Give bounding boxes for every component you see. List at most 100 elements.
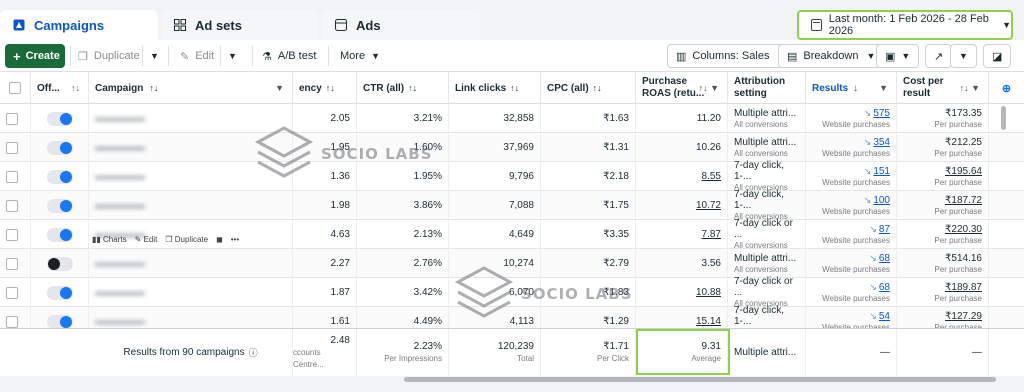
row-checkbox[interactable]: [6, 228, 18, 241]
campaign-name-redacted[interactable]: ▬▬▬▬▬: [95, 258, 145, 269]
results-link[interactable]: 54: [879, 311, 890, 322]
campaign-toggle[interactable]: [46, 111, 73, 126]
campaign-toggle[interactable]: [46, 285, 73, 300]
cell-select[interactable]: [0, 249, 31, 278]
duplicate-button[interactable]: ❐ Duplicate: [78, 44, 140, 68]
header-attribution[interactable]: Attribution setting: [728, 72, 806, 104]
cell-status[interactable]: [31, 278, 89, 307]
edit-dropdown[interactable]: ▼: [228, 44, 237, 68]
campaign-name-redacted[interactable]: ▬▬▬▬▬: [95, 142, 145, 153]
campaign-name-redacted[interactable]: ▬▬▬▬▬: [95, 113, 145, 124]
header-roas[interactable]: Purchase ROAS (retu... ↑↓ ▼: [636, 72, 728, 104]
duplicate-action[interactable]: ❐ Duplicate: [165, 235, 208, 244]
more-icon[interactable]: •••: [231, 235, 239, 244]
campaign-toggle[interactable]: [46, 169, 73, 184]
cell-select[interactable]: [0, 278, 31, 307]
ab-test-button[interactable]: ⚗ A/B test: [262, 44, 316, 68]
tab-ads[interactable]: Ads: [322, 10, 480, 40]
create-button[interactable]: + Create: [5, 44, 65, 68]
header-campaign[interactable]: Campaign ↑↓ ▼: [89, 72, 293, 104]
row-checkbox[interactable]: [6, 112, 18, 125]
cell-results[interactable]: ↘ 354 Website purchases: [806, 133, 897, 162]
cell-link-clicks: 32,858: [449, 104, 541, 133]
cell-results[interactable]: ↘ 100 Website purchases: [806, 191, 897, 220]
cell-status[interactable]: [31, 249, 89, 278]
export-dropdown[interactable]: ▼: [950, 44, 977, 68]
results-link[interactable]: 68: [879, 282, 890, 293]
row-checkbox[interactable]: [6, 141, 18, 154]
export-button[interactable]: ↗: [925, 44, 953, 68]
cell-status[interactable]: [31, 133, 89, 162]
results-link[interactable]: 100: [873, 195, 890, 206]
cell-campaign[interactable]: ▬▬▬▬▬: [89, 249, 293, 278]
header-link-clicks[interactable]: Link clicks ↑↓: [449, 72, 541, 104]
results-link[interactable]: 68: [879, 253, 890, 264]
table-row[interactable]: ▬▬▬▬▬ 1.36 1.95% 9,796 ₹2.18 8.55 7-day click,…: [0, 160, 1024, 192]
campaign-name-redacted[interactable]: ▬▬▬▬▬: [95, 316, 145, 327]
cell-results[interactable]: ↘ 68 Website purchases: [806, 249, 897, 278]
reports-button[interactable]: ▣ ▼: [876, 44, 920, 68]
row-checkbox[interactable]: [6, 286, 18, 299]
cell-results[interactable]: ↘ 575 Website purchases: [806, 104, 897, 133]
cell-status[interactable]: [31, 162, 89, 191]
results-link[interactable]: 151: [873, 166, 890, 177]
cell-status[interactable]: [31, 104, 89, 133]
table-row[interactable]: ▬▬▬▬▬ 1.98 3.86% 7,088 ₹1.75 10.72 7-day click…: [0, 189, 1024, 221]
campaign-toggle[interactable]: [46, 227, 73, 242]
tab-campaigns[interactable]: Campaigns: [0, 10, 158, 40]
tab-ad-sets[interactable]: Ad sets: [161, 10, 319, 40]
cell-select[interactable]: [0, 104, 31, 133]
header-cost-per-result[interactable]: Cost per result ↑↓ ▼: [897, 72, 989, 104]
results-link[interactable]: 354: [873, 137, 890, 148]
campaign-toggle[interactable]: [46, 256, 73, 271]
cell-select[interactable]: [0, 162, 31, 191]
row-checkbox[interactable]: [6, 170, 18, 183]
row-checkbox[interactable]: [6, 257, 18, 270]
duplicate-dropdown[interactable]: ▼: [150, 44, 159, 68]
cell-status[interactable]: [31, 220, 89, 249]
checkbox[interactable]: [9, 82, 21, 94]
header-off-on[interactable]: Off... ↑↓: [31, 72, 89, 104]
campaign-toggle[interactable]: [46, 140, 73, 155]
header-frequency[interactable]: ency ↑↓: [293, 72, 357, 104]
edit-button[interactable]: ✎ Edit: [180, 44, 214, 68]
charts-action[interactable]: ▮▮ Charts: [92, 235, 127, 244]
header-ctr[interactable]: CTR (all) ↑↓: [357, 72, 449, 104]
cell-status[interactable]: [31, 191, 89, 220]
columns-button[interactable]: ▥ Columns: Sales ▼: [667, 44, 796, 68]
edit-action[interactable]: ✎ Edit: [135, 235, 158, 244]
add-column-button[interactable]: ⊕: [989, 72, 1024, 104]
pin-icon[interactable]: ◼: [216, 235, 223, 244]
cell-results[interactable]: ↘ 151 Website purchases: [806, 162, 897, 191]
footer-value: Multiple attri...: [734, 347, 797, 358]
vertical-scrollbar[interactable]: [1001, 106, 1006, 130]
table-row[interactable]: ▬▬▬▬▬ 2.05 3.21% 32,858 ₹1.63 11.20 Multiple a…: [0, 104, 1024, 133]
date-range-picker[interactable]: Last month: 1 Feb 2026 - 28 Feb 2026 ▼: [797, 10, 1013, 40]
campaign-name-redacted[interactable]: ▬▬▬▬▬: [95, 287, 145, 298]
divider: [168, 46, 169, 66]
table-row[interactable]: ▬▬▬▬▬ 1.95 1.60% 37,969 ₹1.31 10.26 Multiple a…: [0, 133, 1024, 162]
horizontal-scrollbar[interactable]: [404, 377, 996, 382]
cell-select[interactable]: [0, 133, 31, 162]
cell-campaign[interactable]: ▬▬▬▬▬: [89, 278, 293, 307]
header-cpc[interactable]: CPC (all) ↑↓: [541, 72, 636, 104]
cell-results[interactable]: ↘ 68 Website purchases: [806, 278, 897, 307]
header-results[interactable]: Results ↓ ▼: [806, 72, 897, 104]
results-link[interactable]: 575: [873, 108, 890, 119]
cell-select[interactable]: [0, 220, 31, 249]
chart-toggle-button[interactable]: ◪: [983, 44, 1012, 68]
row-checkbox[interactable]: [6, 199, 18, 212]
campaign-toggle[interactable]: [46, 314, 73, 329]
campaign-name-redacted[interactable]: ▬▬▬▬▬: [95, 200, 145, 211]
breakdown-button[interactable]: ▤ Breakdown ▼: [778, 44, 885, 68]
select-all-checkbox[interactable]: [0, 72, 31, 104]
campaign-name-redacted[interactable]: ▬▬▬▬▬: [95, 171, 145, 182]
cell-select[interactable]: [0, 191, 31, 220]
cell-campaign[interactable]: ▬▬▬▬▬: [89, 191, 293, 220]
results-link[interactable]: 87: [879, 224, 890, 235]
edit-label: Edit: [195, 50, 215, 62]
campaign-toggle[interactable]: [46, 198, 73, 213]
cell-results[interactable]: ↘ 87 Website purchases: [806, 220, 897, 249]
row-checkbox[interactable]: [6, 315, 18, 328]
more-button[interactable]: More ▼: [340, 44, 380, 68]
